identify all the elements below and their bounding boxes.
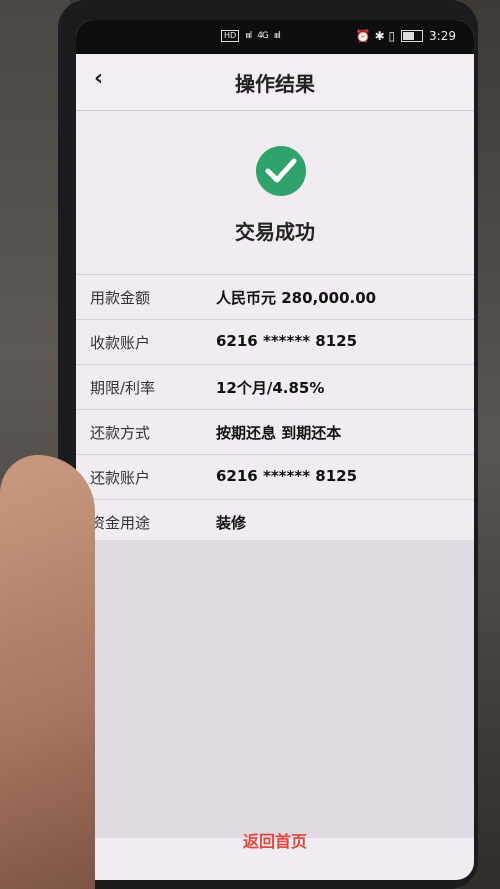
alarm-bluetooth-vibrate-icons: ⏰ ✱ ▯ bbox=[355, 29, 396, 43]
detail-row: 还款账户 6216 ****** 8125 bbox=[76, 454, 474, 499]
status-bar: HD ıııl 4G ıııl ⏰ ✱ ▯ 3:29 bbox=[76, 20, 474, 54]
detail-value: 6216 ****** 8125 bbox=[216, 332, 358, 350]
detail-label: 资金用途 bbox=[90, 514, 151, 532]
clock: 3:29 bbox=[429, 29, 456, 43]
transaction-details: 用款金额 人民币元 280,000.00 收款账户 6216 ****** 81… bbox=[76, 274, 474, 544]
detail-label: 还款账户 bbox=[90, 469, 151, 487]
detail-row: 还款方式 按期还息 到期还本 bbox=[76, 409, 474, 454]
detail-row: 收款账户 6216 ****** 8125 bbox=[76, 319, 474, 364]
status-bar-right: ⏰ ✱ ▯ 3:29 bbox=[356, 29, 456, 43]
nav-bar: ‹ 操作结果 bbox=[76, 54, 474, 111]
detail-value: 12个月/4.85% bbox=[216, 379, 325, 397]
detail-value: 6216 ****** 8125 bbox=[216, 467, 358, 485]
detail-label: 还款方式 bbox=[90, 424, 151, 442]
signal-icon-2: ıııl bbox=[273, 31, 281, 41]
signal-icon: ıııl bbox=[245, 31, 252, 41]
return-home-button[interactable]: 返回首页 bbox=[76, 828, 474, 852]
detail-label: 期限/利率 bbox=[90, 379, 156, 397]
status-bar-left: HD ıııl 4G ıııl bbox=[221, 30, 281, 42]
success-check-icon bbox=[256, 146, 306, 196]
hand bbox=[0, 455, 95, 889]
page-title: 操作结果 bbox=[235, 72, 315, 96]
detail-value: 按期还息 到期还本 bbox=[216, 424, 342, 442]
network-type: 4G bbox=[257, 31, 269, 41]
detail-row: 期限/利率 12个月/4.85% bbox=[76, 364, 474, 409]
detail-label: 用款金额 bbox=[90, 289, 151, 307]
battery-icon bbox=[401, 30, 424, 42]
detail-row: 资金用途 装修 bbox=[76, 499, 474, 544]
detail-label: 收款账户 bbox=[90, 334, 151, 352]
detail-value: 装修 bbox=[216, 514, 247, 532]
hd-badge: HD bbox=[221, 30, 240, 42]
phone-screen: HD ıııl 4G ıııl ⏰ ✱ ▯ 3:29 ‹ 操作结果 交易成功 用… bbox=[76, 20, 474, 880]
detail-value: 人民币元 280,000.00 bbox=[216, 289, 377, 307]
detail-row: 用款金额 人民币元 280,000.00 bbox=[76, 274, 474, 319]
empty-area bbox=[76, 540, 474, 838]
transaction-status: 交易成功 bbox=[235, 220, 315, 244]
